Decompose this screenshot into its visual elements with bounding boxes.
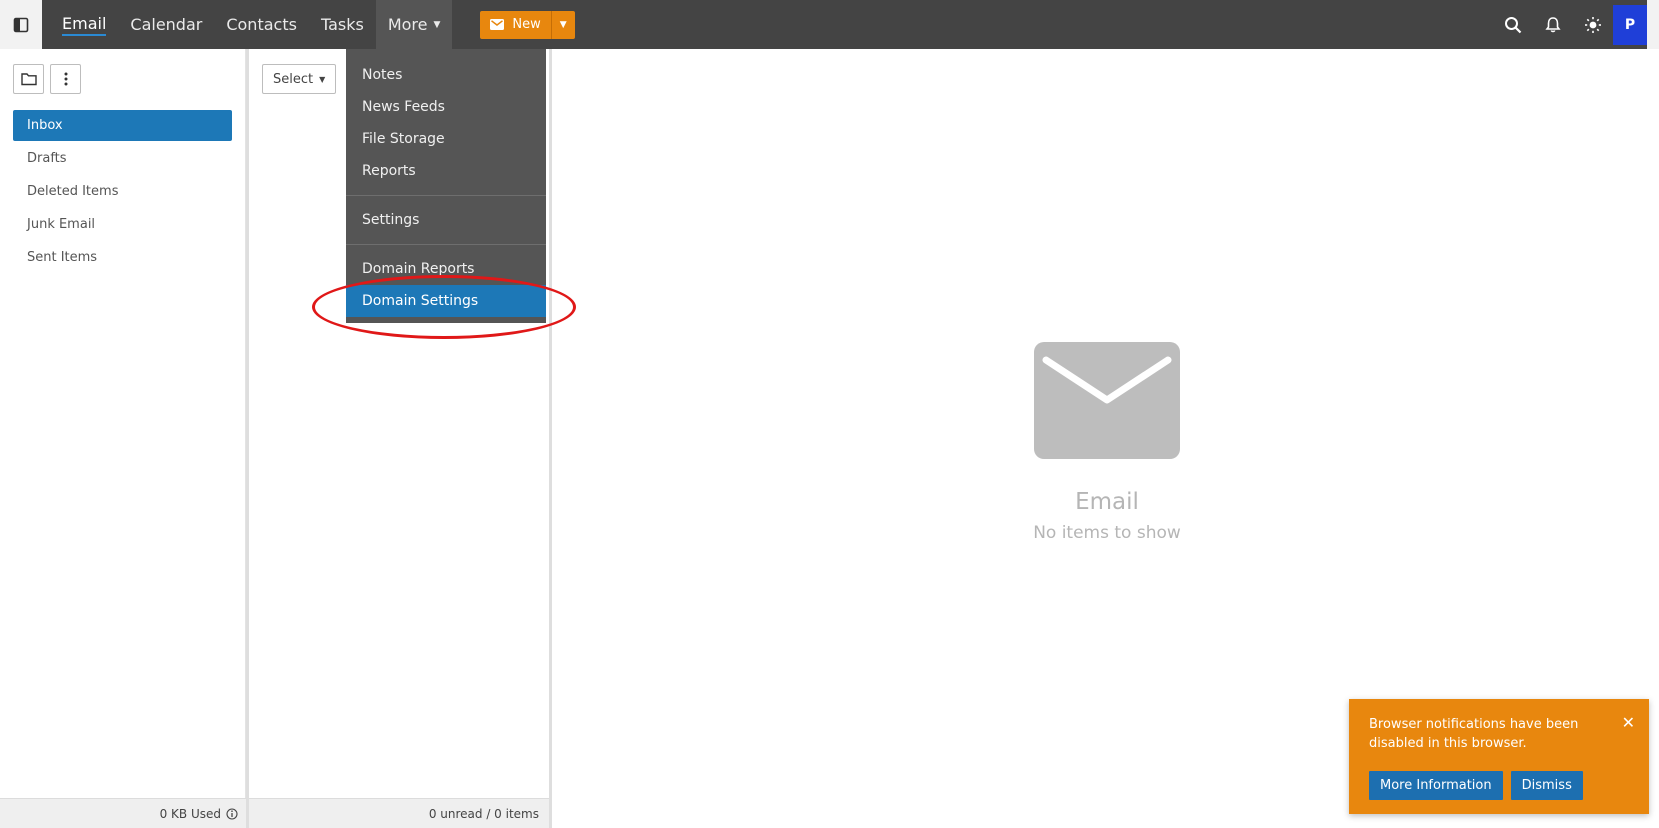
folder-item-junk-email[interactable]: Junk Email — [13, 209, 232, 240]
chevron-down-icon: ▼ — [433, 19, 441, 30]
folder-toolbar — [13, 64, 81, 94]
empty-state: Email No items to show — [1032, 342, 1182, 543]
envelope-icon — [490, 19, 505, 30]
empty-state-title: Email — [1075, 489, 1139, 515]
chevron-down-icon: ▼ — [559, 19, 567, 30]
chevron-down-icon: ▼ — [319, 74, 326, 84]
folder-options-button[interactable] — [50, 64, 81, 94]
unread-count-text: 0 unread / 0 items — [428, 806, 539, 821]
nav-more-label: More — [387, 15, 428, 34]
folder-panel: Inbox Drafts Deleted Items Junk Email Se… — [0, 49, 246, 828]
sun-icon — [1585, 16, 1601, 33]
notification-toast: Browser notifications have been disabled… — [1349, 699, 1649, 814]
empty-state-subtitle: No items to show — [1033, 523, 1181, 543]
select-label: Select — [273, 71, 314, 87]
nav-tasks[interactable]: Tasks — [309, 0, 376, 49]
select-dropdown-button[interactable]: Select ▼ — [262, 64, 337, 94]
notification-actions: More Information Dismiss — [1369, 771, 1629, 800]
folder-icon — [20, 73, 37, 86]
user-avatar[interactable]: P — [1613, 4, 1647, 45]
nav-email[interactable]: Email — [50, 0, 118, 49]
new-button-group: New ▼ — [480, 10, 575, 39]
menu-item-settings[interactable]: Settings — [346, 204, 546, 236]
topbar-actions: P — [1493, 0, 1659, 49]
nav-calendar-label: Calendar — [130, 15, 203, 34]
new-button[interactable]: New — [480, 11, 550, 39]
scrollbar-track[interactable] — [1647, 0, 1659, 49]
close-icon[interactable]: ✕ — [1622, 715, 1635, 731]
nav-calendar[interactable]: Calendar — [118, 0, 214, 49]
menu-divider — [346, 195, 546, 196]
menu-item-file-storage[interactable]: File Storage — [346, 123, 546, 155]
notification-message: Browser notifications have been disabled… — [1369, 717, 1579, 751]
folder-button[interactable] — [13, 64, 44, 94]
top-navigation-bar: Email Calendar Contacts Tasks More ▼ New… — [0, 0, 1659, 49]
nav-contacts-label: Contacts — [226, 15, 297, 34]
bell-icon — [1545, 16, 1561, 32]
highlight-annotation-ellipse — [312, 275, 576, 339]
theme-toggle-button[interactable] — [1573, 0, 1613, 49]
folder-item-inbox[interactable]: Inbox — [13, 110, 232, 141]
storage-used-text: 0 KB Used — [159, 806, 221, 821]
search-icon — [1505, 16, 1522, 33]
nav-tasks-label: Tasks — [320, 15, 364, 34]
new-dropdown-button[interactable]: ▼ — [550, 10, 575, 39]
info-icon[interactable] — [226, 807, 238, 820]
folder-item-sent-items[interactable]: Sent Items — [13, 242, 232, 273]
folder-item-drafts[interactable]: Drafts — [13, 143, 232, 174]
menu-divider — [346, 244, 546, 245]
nav-more[interactable]: More ▼ — [375, 0, 453, 49]
more-vertical-icon — [64, 72, 67, 86]
folder-item-deleted-items[interactable]: Deleted Items — [13, 176, 232, 207]
message-list-footer: 0 unread / 0 items — [249, 798, 551, 828]
menu-item-reports[interactable]: Reports — [346, 155, 546, 187]
folder-list: Inbox Drafts Deleted Items Junk Email Se… — [13, 110, 232, 275]
more-information-button[interactable]: More Information — [1369, 771, 1503, 800]
sidebar-toggle-button[interactable] — [0, 0, 42, 49]
nav-email-label: Email — [62, 14, 107, 36]
nav-contacts[interactable]: Contacts — [214, 0, 309, 49]
menu-item-news-feeds[interactable]: News Feeds — [346, 91, 546, 123]
menu-item-notes[interactable]: Notes — [346, 59, 546, 91]
new-button-label: New — [512, 17, 541, 32]
sidebar-toggle-icon — [13, 17, 29, 32]
dismiss-button[interactable]: Dismiss — [1510, 771, 1583, 800]
search-button[interactable] — [1493, 0, 1533, 49]
notifications-button[interactable] — [1533, 0, 1573, 49]
envelope-icon — [1034, 342, 1180, 459]
storage-footer: 0 KB Used — [0, 798, 246, 828]
